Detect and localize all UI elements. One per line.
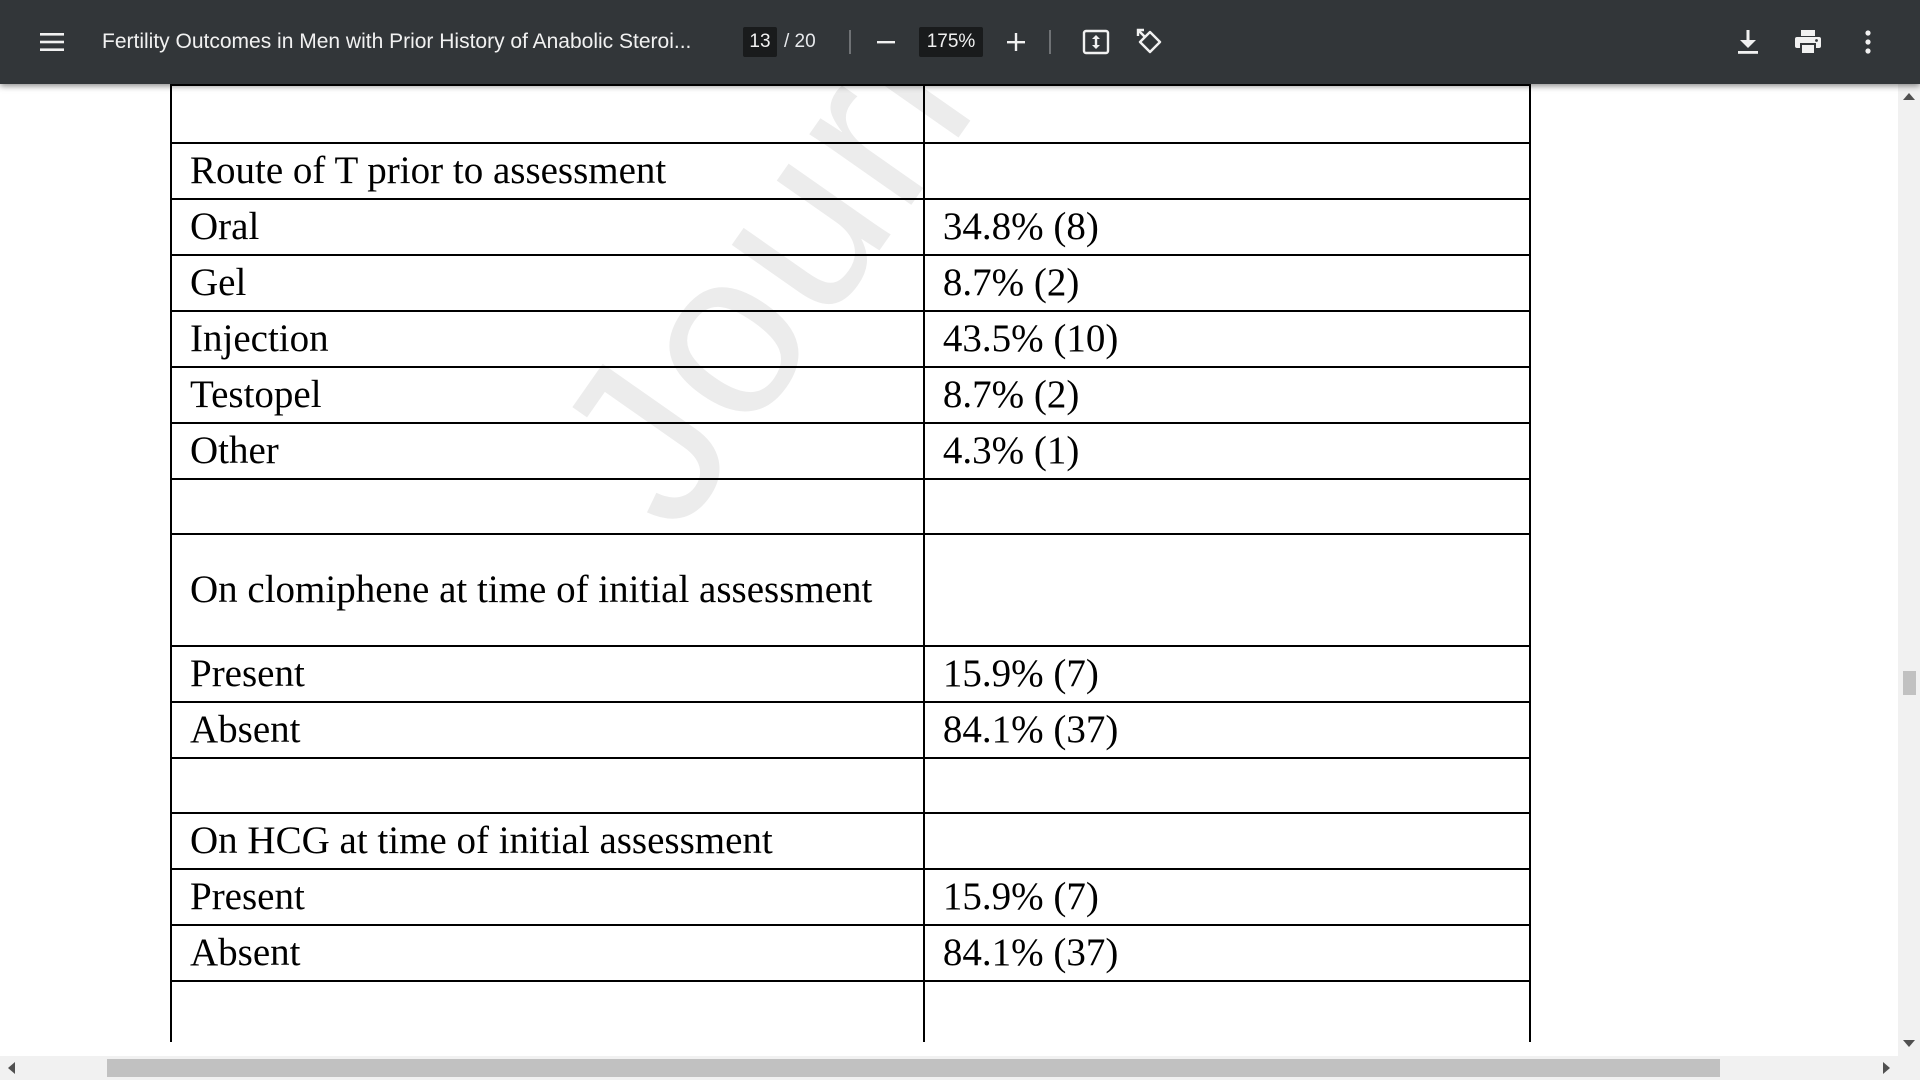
table-row	[170, 980, 1532, 1042]
row-label	[170, 980, 925, 1042]
scroll-left-arrow-icon[interactable]	[8, 1062, 15, 1074]
table-row: Injection 43.5% (10)	[170, 310, 1532, 368]
row-label	[170, 478, 925, 535]
print-button[interactable]	[1788, 22, 1828, 62]
row-value	[922, 478, 1532, 535]
fit-to-page-button[interactable]	[1076, 22, 1116, 62]
menu-button[interactable]	[32, 22, 72, 62]
row-value: 43.5% (10)	[922, 310, 1532, 368]
row-value: 4.3% (1)	[922, 422, 1532, 480]
vertical-scroll-thumb[interactable]	[1903, 671, 1916, 695]
table-row: On HCG at time of initial assessment	[170, 812, 1532, 870]
row-value: 8.7% (2)	[922, 254, 1532, 312]
row-label: Gel	[170, 254, 925, 312]
document-title: Fertility Outcomes in Men with Prior His…	[102, 30, 692, 53]
scrollbar-corner	[1898, 1056, 1920, 1080]
more-vertical-icon	[1865, 30, 1871, 54]
more-actions-button[interactable]	[1848, 22, 1888, 62]
table-row: Testopel 8.7% (2)	[170, 366, 1532, 424]
fit-to-page-icon	[1082, 29, 1110, 55]
horizontal-scrollbar[interactable]	[0, 1056, 1898, 1080]
row-value: 15.9% (7)	[922, 645, 1532, 703]
scroll-up-arrow-icon[interactable]	[1903, 93, 1915, 100]
row-label: Other	[170, 422, 925, 480]
table-row	[170, 84, 1532, 144]
row-label: Present	[170, 868, 925, 926]
row-value	[922, 757, 1532, 814]
rotate-icon	[1136, 28, 1162, 54]
table-row: Other 4.3% (1)	[170, 422, 1532, 480]
row-value: 84.1% (37)	[922, 701, 1532, 759]
vertical-scrollbar[interactable]	[1898, 84, 1920, 1056]
scroll-right-arrow-icon[interactable]	[1883, 1062, 1890, 1074]
table-row: Route of T prior to assessment	[170, 142, 1532, 200]
row-label	[170, 84, 925, 144]
row-label: Absent	[170, 924, 925, 982]
row-value	[922, 84, 1532, 144]
page-total: / 20	[784, 31, 816, 52]
zoom-in-button[interactable]	[996, 22, 1036, 62]
row-value	[922, 980, 1532, 1042]
table-row	[170, 757, 1532, 814]
rotate-button[interactable]	[1130, 22, 1170, 62]
row-value: 8.7% (2)	[922, 366, 1532, 424]
row-label	[170, 757, 925, 814]
row-label: Route of T prior to assessment	[170, 142, 925, 200]
row-value: 34.8% (8)	[922, 198, 1532, 256]
row-label: Present	[170, 645, 925, 703]
row-label: Testopel	[170, 366, 925, 424]
row-value	[922, 533, 1532, 647]
table-row: Gel 8.7% (2)	[170, 254, 1532, 312]
minus-icon	[877, 41, 895, 44]
download-icon	[1738, 30, 1758, 54]
row-value: 15.9% (7)	[922, 868, 1532, 926]
row-label: Absent	[170, 701, 925, 759]
print-icon	[1795, 30, 1821, 55]
hamburger-menu-icon	[40, 33, 64, 51]
results-table: Route of T prior to assessment Oral 34.8…	[170, 84, 1532, 1042]
table-row: Present 15.9% (7)	[170, 645, 1532, 703]
row-label: Oral	[170, 198, 925, 256]
zoom-out-button[interactable]	[866, 22, 906, 62]
page-number-input[interactable]: 13	[743, 27, 777, 57]
download-button[interactable]	[1728, 22, 1768, 62]
table-row: Absent 84.1% (37)	[170, 701, 1532, 759]
row-label: Injection	[170, 310, 925, 368]
toolbar-divider	[1049, 30, 1051, 54]
table-row: On clomiphene at time of initial assessm…	[170, 533, 1532, 647]
zoom-level-input[interactable]: 175%	[919, 27, 983, 57]
table-row: Present 15.9% (7)	[170, 868, 1532, 926]
row-value	[922, 812, 1532, 870]
toolbar-divider	[849, 30, 851, 54]
table-row: Oral 34.8% (8)	[170, 198, 1532, 256]
row-label: On HCG at time of initial assessment	[170, 812, 925, 870]
pdf-page-view: Journal Pre-pr Route of T prior to asses…	[0, 84, 1898, 1056]
row-value	[922, 142, 1532, 200]
row-label: On clomiphene at time of initial assessm…	[170, 533, 925, 647]
plus-icon	[1007, 33, 1025, 51]
scroll-down-arrow-icon[interactable]	[1903, 1040, 1915, 1047]
row-value: 84.1% (37)	[922, 924, 1532, 982]
table-row: Absent 84.1% (37)	[170, 924, 1532, 982]
horizontal-scroll-thumb[interactable]	[107, 1059, 1720, 1077]
table-row	[170, 478, 1532, 535]
pdf-toolbar: Fertility Outcomes in Men with Prior His…	[0, 0, 1920, 84]
